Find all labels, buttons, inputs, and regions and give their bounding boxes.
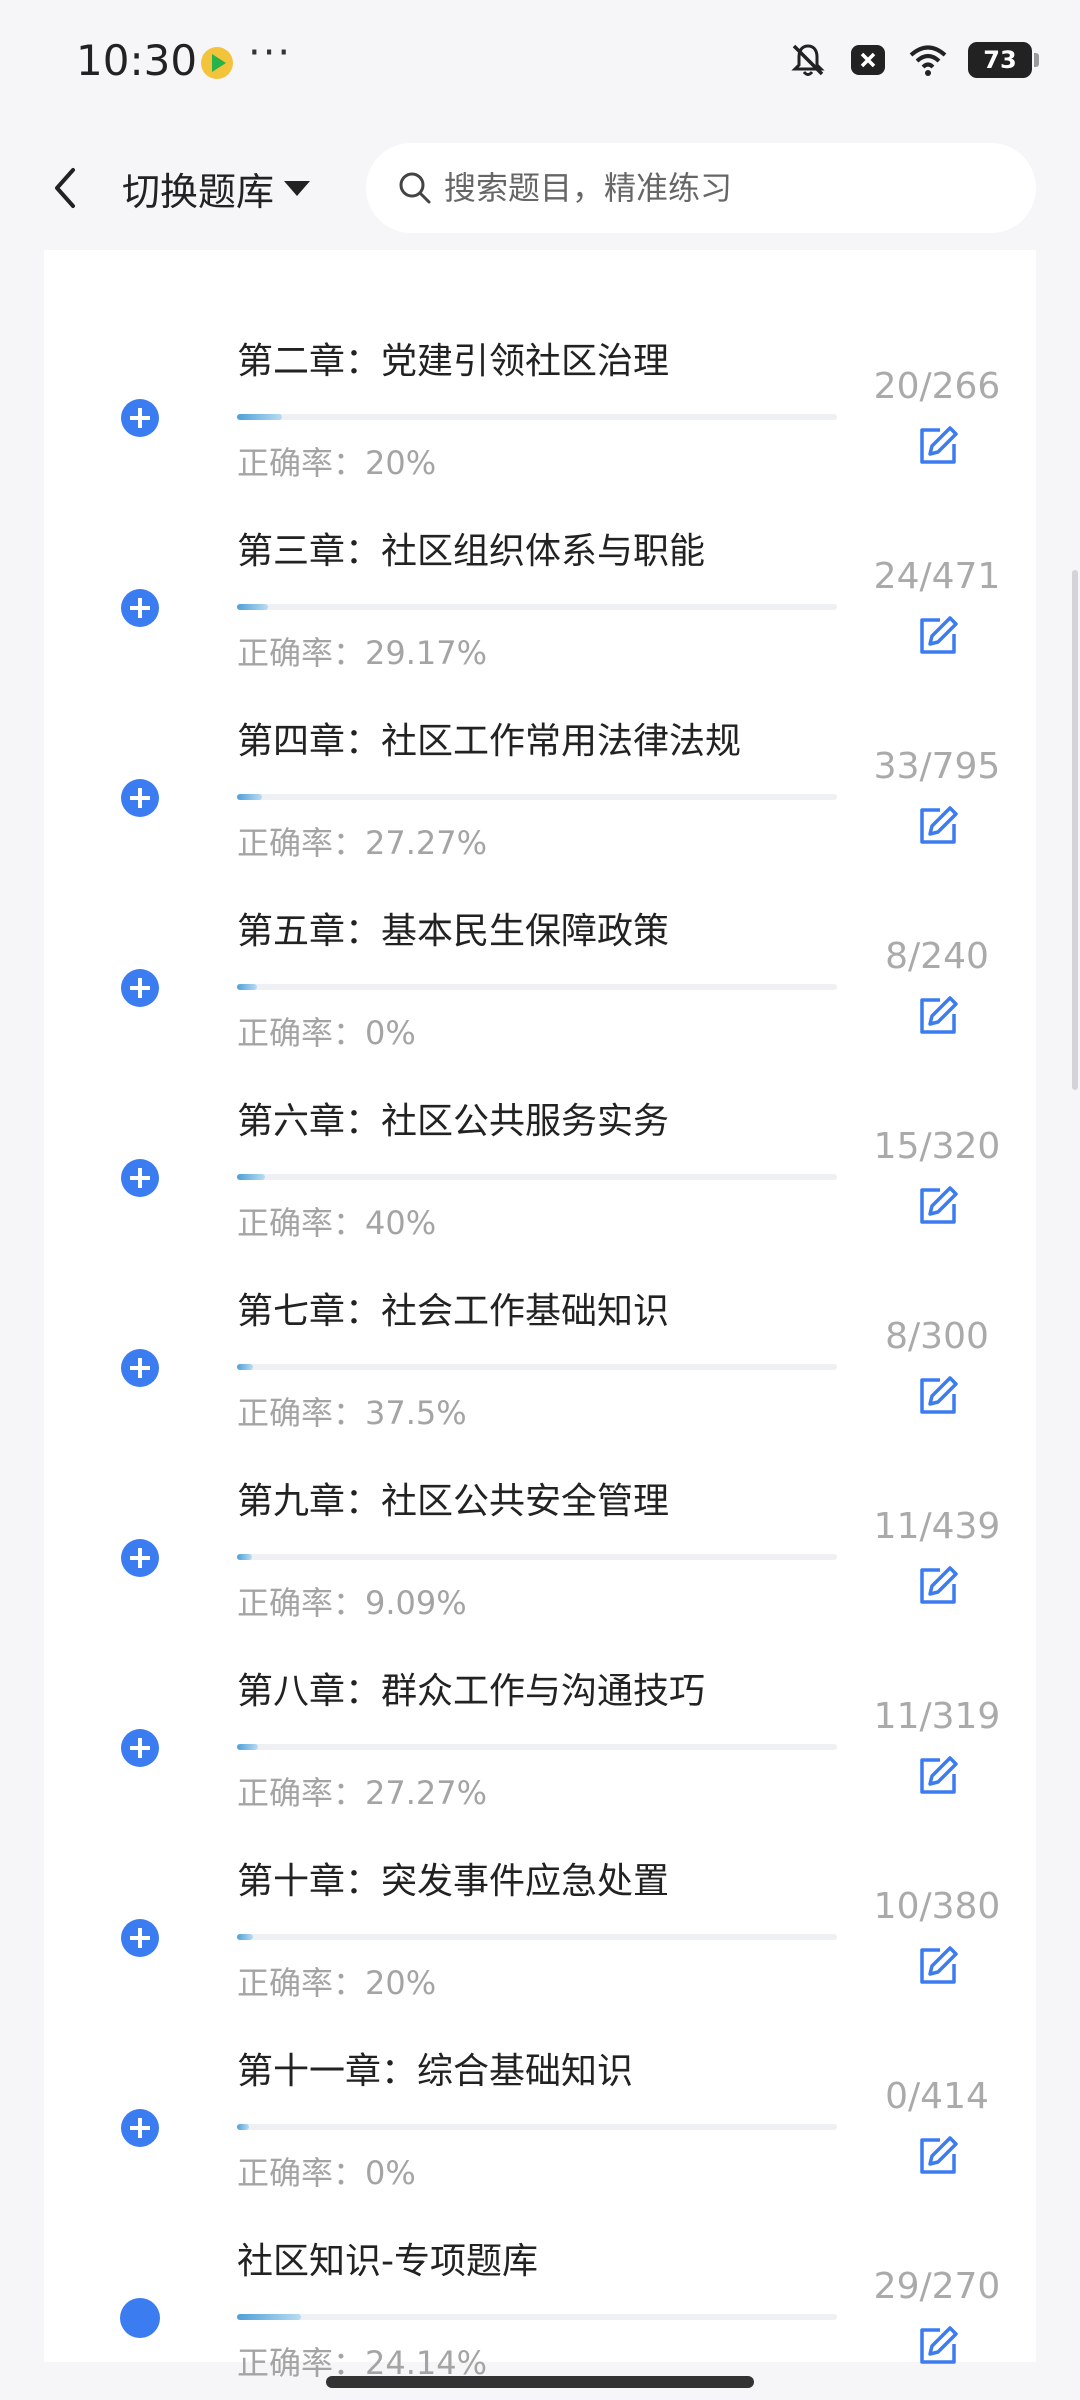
progress-fill [237,1934,253,1940]
add-circle-icon[interactable] [120,588,160,628]
search-bar[interactable] [366,143,1036,233]
progress-fill [237,1364,253,1370]
chapter-row[interactable]: 第十一章：综合基础知识 正确率：0% 0/414 [44,1998,1036,2192]
question-count: 10/380 [873,1886,1001,1927]
question-count: 33/795 [873,746,1001,787]
status-time: 10:30 [76,36,198,85]
question-count: 20/266 [873,366,1001,407]
progress-fill [237,2314,301,2320]
edit-icon[interactable] [916,804,960,848]
chapter-title: 第八章：群众工作与沟通技巧 [237,1671,706,1712]
top-bar: 切换题库 [0,125,1080,250]
question-count: 11/319 [873,1696,1001,1737]
add-circle-icon[interactable] [120,1918,160,1958]
chapter-row[interactable]: 第二章：党建引领社区治理 正确率：20% 20/266 [44,288,1036,482]
progress-fill [237,604,268,610]
chapter-title: 第六章：社区公共服务实务 [237,1101,670,1142]
question-count: 24/471 [873,556,1001,597]
edit-icon[interactable] [916,2324,960,2368]
chapter-row[interactable]: 第六章：社区公共服务实务 正确率：40% 15/320 [44,1048,1036,1242]
question-count: 0/414 [885,2076,989,2117]
add-circle-icon[interactable] [120,1728,160,1768]
bell-off-icon [791,44,825,76]
chapter-row[interactable]: 第三章：社区组织体系与职能 正确率：29.17% 24/471 [44,478,1036,672]
progress-fill [237,1554,252,1560]
edit-icon[interactable] [916,424,960,468]
add-circle-icon[interactable] [120,1538,160,1578]
add-circle-icon[interactable] [120,968,160,1008]
progress-fill [237,414,282,420]
chapter-row[interactable]: 第九章：社区公共安全管理 正确率：9.09% 11/439 [44,1428,1036,1622]
progress-fill [237,1174,265,1180]
wifi-icon [909,45,947,76]
progress-bar [237,1364,837,1370]
scrollbar[interactable] [1072,570,1078,1090]
chapter-title: 第十章：突发事件应急处置 [237,1861,670,1902]
search-icon [399,172,431,204]
switch-bank-label: 切换题库 [122,170,275,214]
progress-bar [237,604,837,610]
chapter-title: 第四章：社区工作常用法律法规 [237,721,742,762]
progress-bar [237,2314,837,2320]
progress-bar [237,1174,837,1180]
question-count: 15/320 [873,1126,1001,1167]
chapter-title: 第三章：社区组织体系与职能 [237,531,706,572]
chapter-title: 第二章：党建引领社区治理 [237,341,670,382]
progress-bar [237,414,837,420]
chapter-row[interactable]: 第十章：突发事件应急处置 正确率：20% 10/380 [44,1808,1036,2002]
progress-bar [237,794,837,800]
edit-icon[interactable] [916,1564,960,1608]
edit-icon[interactable] [916,1184,960,1228]
question-count: 8/300 [885,1316,989,1357]
progress-fill [237,794,262,800]
add-circle-icon[interactable] [120,1158,160,1198]
battery-icon: 73 [968,42,1039,78]
chapter-title: 社区知识-专项题库 [237,2241,538,2282]
status-bar: 10:30 ··· 73 [0,0,1080,125]
battery-level: 73 [983,46,1017,74]
question-count: 11/439 [873,1506,1001,1547]
chapter-title: 第七章：社会工作基础知识 [237,1291,670,1332]
add-circle-icon[interactable] [120,1348,160,1388]
question-count: 8/240 [885,936,989,977]
edit-icon[interactable] [916,1754,960,1798]
progress-bar [237,984,837,990]
status-icons: 73 [788,40,1039,80]
chapter-row[interactable]: 第七章：社会工作基础知识 正确率：37.5% 8/300 [44,1238,1036,1432]
chapter-row[interactable]: 第五章：基本民生保障政策 正确率：0% 8/240 [44,858,1036,1052]
more-notifications-icon: ··· [248,30,293,76]
progress-bar [237,1744,837,1750]
progress-fill [237,2124,249,2130]
edit-icon[interactable] [916,614,960,658]
back-icon[interactable] [40,160,90,216]
add-circle-icon[interactable] [120,398,160,438]
edit-icon[interactable] [916,1944,960,1988]
progress-fill [237,1744,258,1750]
close-box-icon [851,45,885,75]
edit-icon[interactable] [916,2134,960,2178]
home-indicator[interactable] [326,2376,754,2388]
chapter-row[interactable]: 第八章：群众工作与沟通技巧 正确率：27.27% 11/319 [44,1618,1036,1812]
edit-icon[interactable] [916,1374,960,1418]
chapter-row[interactable]: 第四章：社区工作常用法律法规 正确率：27.27% 33/795 [44,668,1036,862]
chapter-title: 第十一章：综合基础知识 [237,2051,634,2092]
search-input[interactable] [442,168,1006,208]
chapter-title: 第九章：社区公共安全管理 [237,1481,670,1522]
add-circle-icon[interactable] [120,2108,160,2148]
progress-bar [237,2124,837,2130]
chapter-title: 第五章：基本民生保障政策 [237,911,670,952]
question-count: 29/270 [873,2266,1001,2307]
chapter-list: 第二章：党建引领社区治理 正确率：20% 20/266 第三章：社区组织体系与职能 正确… [44,250,1036,2382]
add-circle-icon[interactable] [120,778,160,818]
caret-down-icon [284,181,311,196]
progress-bar [237,1934,837,1940]
switch-bank-dropdown[interactable]: 切换题库 [122,161,311,216]
dot-icon[interactable] [120,2298,160,2338]
edit-icon[interactable] [916,994,960,1038]
app-notification-icon [201,47,233,79]
progress-fill [237,984,257,990]
progress-bar [237,1554,837,1560]
chapter-row[interactable]: 社区知识-专项题库 正确率：24.14% 29/270 [44,2188,1036,2382]
